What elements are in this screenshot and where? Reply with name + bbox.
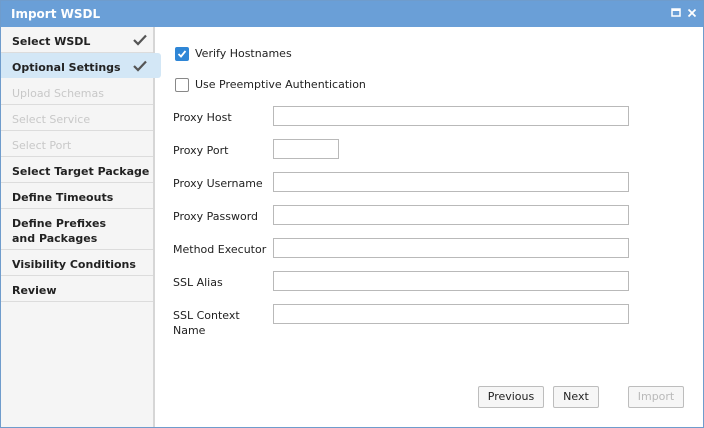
proxy-port-input[interactable] xyxy=(273,139,339,159)
step-label: Define Prefixes and Packages xyxy=(12,217,107,245)
checkmark-icon xyxy=(132,34,148,46)
close-icon[interactable] xyxy=(685,6,699,20)
step-visibility-conditions[interactable]: Visibility Conditions xyxy=(1,250,153,276)
step-select-port: Select Port xyxy=(1,131,153,157)
step-label: Select Service xyxy=(12,113,91,126)
step-optional-settings[interactable]: Optional Settings xyxy=(1,53,161,78)
step-select-service: Select Service xyxy=(1,105,153,131)
ssl-alias-input[interactable] xyxy=(273,271,629,291)
step-label: Select WSDL xyxy=(12,35,91,48)
proxy-password-label: Proxy Password xyxy=(173,210,259,223)
import-wsdl-dialog: Import WSDL Select WSDL Optional Setting… xyxy=(0,0,704,428)
dialog-title: Import WSDL xyxy=(11,7,101,21)
next-button[interactable]: Next xyxy=(553,386,599,408)
ssl-alias-label: SSL Alias xyxy=(173,276,223,289)
verify-hostnames-label: Verify Hostnames xyxy=(195,47,292,60)
step-label: Define Timeouts xyxy=(12,191,114,204)
proxy-username-input[interactable] xyxy=(273,172,629,192)
step-label: Review xyxy=(12,284,57,297)
proxy-host-input[interactable] xyxy=(273,106,629,126)
import-button: Import xyxy=(628,386,684,408)
step-upload-schemas: Upload Schemas xyxy=(1,79,153,105)
title-bar: Import WSDL xyxy=(1,1,703,27)
method-executor-label: Method Executor xyxy=(173,243,267,256)
step-review[interactable]: Review xyxy=(1,276,153,302)
step-label: Optional Settings xyxy=(12,61,121,74)
optional-settings-panel: Verify Hostnames Use Preemptive Authenti… xyxy=(155,27,703,427)
preemptive-auth-label: Use Preemptive Authentication xyxy=(195,78,366,91)
step-label: Visibility Conditions xyxy=(12,258,136,271)
step-define-timeouts[interactable]: Define Timeouts xyxy=(1,183,153,209)
previous-button[interactable]: Previous xyxy=(478,386,544,408)
step-label: Select Port xyxy=(12,139,72,152)
step-select-wsdl[interactable]: Select WSDL xyxy=(1,27,153,53)
step-define-prefixes-packages[interactable]: Define Prefixes and Packages xyxy=(1,209,153,250)
ssl-context-name-label: SSL Context Name xyxy=(173,309,240,337)
verify-hostnames-checkbox[interactable] xyxy=(175,47,189,61)
maximize-icon[interactable] xyxy=(669,6,683,20)
proxy-username-label: Proxy Username xyxy=(173,177,263,190)
step-label: Select Target Package xyxy=(12,165,150,178)
proxy-host-label: Proxy Host xyxy=(173,111,232,124)
step-select-target-package[interactable]: Select Target Package xyxy=(1,157,153,183)
preemptive-auth-checkbox[interactable] xyxy=(175,78,189,92)
wizard-steps-sidebar: Select WSDL Optional Settings Upload Sch… xyxy=(1,27,161,427)
proxy-password-input[interactable] xyxy=(273,205,629,225)
ssl-context-name-input[interactable] xyxy=(273,304,629,324)
step-label: Upload Schemas xyxy=(12,87,104,100)
method-executor-input[interactable] xyxy=(273,238,629,258)
proxy-port-label: Proxy Port xyxy=(173,144,229,157)
checkmark-icon xyxy=(132,60,148,72)
